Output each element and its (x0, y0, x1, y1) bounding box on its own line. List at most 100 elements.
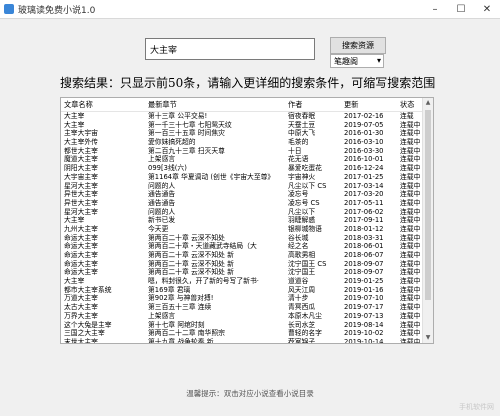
table-cell: 凌忘号 (288, 190, 309, 199)
table-row[interactable]: 主宰大宇宙 第一百三十五章 时间焦灾 中原大飞 2016-01-30 连载中 (61, 129, 433, 138)
table-cell: 嗯，料封很久，开了新的号写了新书· (148, 277, 259, 286)
column-header[interactable]: 文章名称 (61, 98, 145, 111)
table-row[interactable]: 末世大主宰 第十九章 战争轮秦 新荐室锦子 2019-10-14 连载中 (61, 338, 433, 343)
search-button[interactable]: 搜索资源 (330, 37, 386, 54)
table-cell: 新书已发 (148, 216, 176, 225)
table-row[interactable]: 魔道大主宰 上架感言 花无语 2016-10-01 连载中 (61, 155, 433, 164)
table-cell: 问题的人 (148, 181, 176, 190)
table-cell: 2016-10-01 (344, 155, 384, 164)
table-cell: 第两百二十章 云深不知处 新 (148, 251, 234, 259)
scroll-down-icon[interactable]: ▼ (423, 333, 433, 343)
table-cell: 三国之大主宰 (64, 329, 105, 338)
table-cell: 2019-07-13 (344, 311, 384, 320)
table-cell: 九州大主宰 (64, 224, 98, 233)
table-cell: 魔道大主宰 (64, 155, 98, 164)
chevron-down-icon: ▾ (376, 56, 381, 65)
table-row[interactable]: 星河大主宰 问题的人 凡尘以下 CS 2017-03-14 连载中 (61, 182, 433, 191)
table-row[interactable]: 大主宰 新书已发 羽睫解惑 2017-09-11 连载中 (61, 216, 433, 225)
table-cell: 谷长城 (288, 233, 309, 242)
table-cell: 命运大主宰 (64, 233, 98, 242)
table-cell: 大主宰外传 (64, 138, 98, 147)
table-row[interactable]: 星河大主宰 问题的人 凡尘以下 2017-06-02 连载中 (61, 208, 433, 217)
table-row[interactable]: 都市大主宰系统 第169章 君璃 风天江周 2019-01-16 连载中 (61, 286, 433, 295)
table-cell: 问题的人 (148, 207, 176, 216)
table-row[interactable]: 都世大主宰 第二百九十三章 扫灭天尊 十日 2016-03-30 连载中 (61, 147, 433, 156)
table-cell: 十日 (288, 146, 302, 155)
table-cell: 毛茶的 (288, 138, 309, 147)
table-row[interactable]: 大主宰外传 愛你妹搞死超的 毛茶的 2016-03-10 连载中 (61, 138, 433, 147)
table-row[interactable]: 九州大主宰 今天更 银柳城物语 2018-01-12 连载中 (61, 225, 433, 234)
table-cell: 上架感言 (148, 311, 176, 320)
table-cell: 万界大主宰 (64, 311, 98, 320)
table-row[interactable]: 命运大主宰 第两百二十章・天道藏武寺结局（大 经之名 2018-06-01 连载中 (61, 242, 433, 251)
table-cell: 2017-06-02 (344, 207, 384, 216)
table-row[interactable]: 大主宰 第十三章 公平交易! 宿夜春眠 2017-02-16 连载 (61, 112, 433, 121)
table-cell: 2019-01-25 (344, 277, 384, 286)
table-row[interactable]: 万道大主宰 第902章 与神兽对搏! 清十步 2019-07-10 连载中 (61, 294, 433, 303)
results-table[interactable]: 文章名称 最新章节 作者 更新 状态 大主宰 第十三章 公平交易! 宿夜春眠 2017-02-… (60, 97, 434, 344)
table-cell: 道道谷 (288, 277, 309, 286)
table-row[interactable]: 三国之大主宰 第两百二十二章 南华照宗 曹轻的名字 2019-10-02 连载中 (61, 329, 433, 338)
table-cell: 命运大主宰 (64, 259, 98, 268)
table-cell: 中原大飞 (288, 129, 316, 138)
table-row[interactable]: 命运大主宰 第两百二十章 云深不知处 新沈宁国王 2018-09-07 连载中 (61, 268, 433, 277)
table-cell: 2016-03-10 (344, 138, 384, 147)
table-cell: 羽睫解惑 (288, 216, 316, 225)
minimize-button[interactable]: – (422, 0, 448, 18)
table-row[interactable]: 太古大主宰 第三百五十三章 连续 青冥西瓜 2019-07-17 连载中 (61, 303, 433, 312)
table-cell: 通告通告 (148, 190, 176, 199)
table-cell: 异世大主宰 (64, 190, 98, 199)
scroll-up-icon[interactable]: ▲ (423, 98, 433, 108)
column-header[interactable]: 作者 (285, 98, 341, 111)
table-row[interactable]: 大主宰 嗯，料封很久，开了新的号写了新书· 道道谷 2019-01-25 连载中 (61, 277, 433, 286)
table-cell: 太古大主宰 (64, 303, 98, 312)
table-cell: 大主宰 (64, 277, 85, 286)
table-cell: 第169章 君璃 (148, 285, 191, 294)
column-header[interactable]: 更新 (341, 98, 397, 111)
table-cell: 第二百九十三章 扫灭天尊 (148, 146, 225, 155)
table-cell: 2017-02-16 (344, 112, 384, 120)
search-input[interactable] (145, 38, 315, 60)
close-button[interactable]: ✕ (474, 0, 500, 18)
table-cell: 大主宰 (64, 216, 85, 225)
table-cell: 099[3线(六) (148, 164, 187, 173)
table-row[interactable]: 这个大兔是主宰 第十七章 阿绾时刻 长司水芝 2019-08-14 连载中 (61, 321, 433, 330)
table-cell: 沈宁国王 (288, 268, 316, 277)
table-row[interactable]: 大宇宙主宰 第1164章 华夏调动 (创世《宇宙大至尊》 宇宙神火 2017-01-2… (61, 173, 433, 182)
table-cell: 第一百三十五章 时间焦灾 (148, 129, 225, 138)
table-cell: 星河大主宰 (64, 181, 98, 190)
table-cell: 第两百二十二章 南华照宗 (148, 329, 225, 338)
source-select[interactable]: 笔趣阁 ▾ (330, 54, 384, 68)
table-cell: 阴阳大主宰 (64, 164, 98, 173)
maximize-button[interactable]: ☐ (448, 0, 474, 18)
table-row[interactable]: 异世大主宰 通告通告 凌忘号 2017-03-20 连载中 (61, 190, 433, 199)
table-cell: 长司水芝 (288, 320, 316, 329)
table-cell: 第两百二十章 云深不知处 (148, 233, 225, 242)
table-cell: 命运大主宰 (64, 268, 98, 277)
results-heading: 搜索结果：只显示前50条，请输入更详细的搜索条件，可缩写搜索范围 (60, 76, 436, 90)
table-row[interactable]: 命运大主宰 第两百二十章 云深不知处 新高歌男相 2018-06-07 连载中 (61, 251, 433, 260)
table-row[interactable]: 大主宰 第一千三十七章 七阳鸳天纹 天蚕土豆 2019-07-05 连载中 (61, 121, 433, 130)
table-cell: 第十七章 阿绾时刻 (148, 320, 205, 329)
table-cell: 愛你妹搞死超的 (148, 138, 196, 147)
table-cell: 星河大主宰 (64, 207, 98, 216)
table-cell: 曹轻的名字 (288, 329, 322, 338)
table-cell: 第1164章 华夏调动 (创世《宇宙大至尊》 (148, 172, 275, 181)
table-row[interactable]: 万界大主宰 上架感言 本原木凡尘 2019-07-13 连载中 (61, 312, 433, 321)
table-cell: 大主宰 (64, 112, 85, 120)
table-cell: 2016-12-24 (344, 164, 384, 173)
table-cell: 2019-07-10 (344, 294, 384, 303)
table-row[interactable]: 命运大主宰 第两百二十章 云深不知处 新沈宁国王 CS 2018-09-07 连载中 (61, 260, 433, 269)
window-controls: – ☐ ✕ (422, 0, 500, 18)
table-cell: 2019-01-16 (344, 285, 384, 294)
table-cell: 清十步 (288, 294, 309, 303)
table-cell: 主宰大宇宙 (64, 129, 98, 138)
vertical-scrollbar[interactable]: ▲ ▼ (422, 98, 433, 343)
table-cell: 沈宁国王 CS (288, 259, 327, 268)
table-row[interactable]: 阴阳大主宰 099[3线(六) 暴爱吃蛋花 2016-12-24 连载中 (61, 164, 433, 173)
column-header[interactable]: 最新章节 (145, 98, 285, 111)
scroll-thumb[interactable] (425, 110, 431, 300)
table-row[interactable]: 异世大主宰 通告通告 凌忘号 CS 2017-05-11 连载中 (61, 199, 433, 208)
table-row[interactable]: 命运大主宰 第两百二十章 云深不知处 谷长城 2018-03-31 连载中 (61, 234, 433, 243)
table-cell: 命运大主宰 (64, 251, 98, 259)
